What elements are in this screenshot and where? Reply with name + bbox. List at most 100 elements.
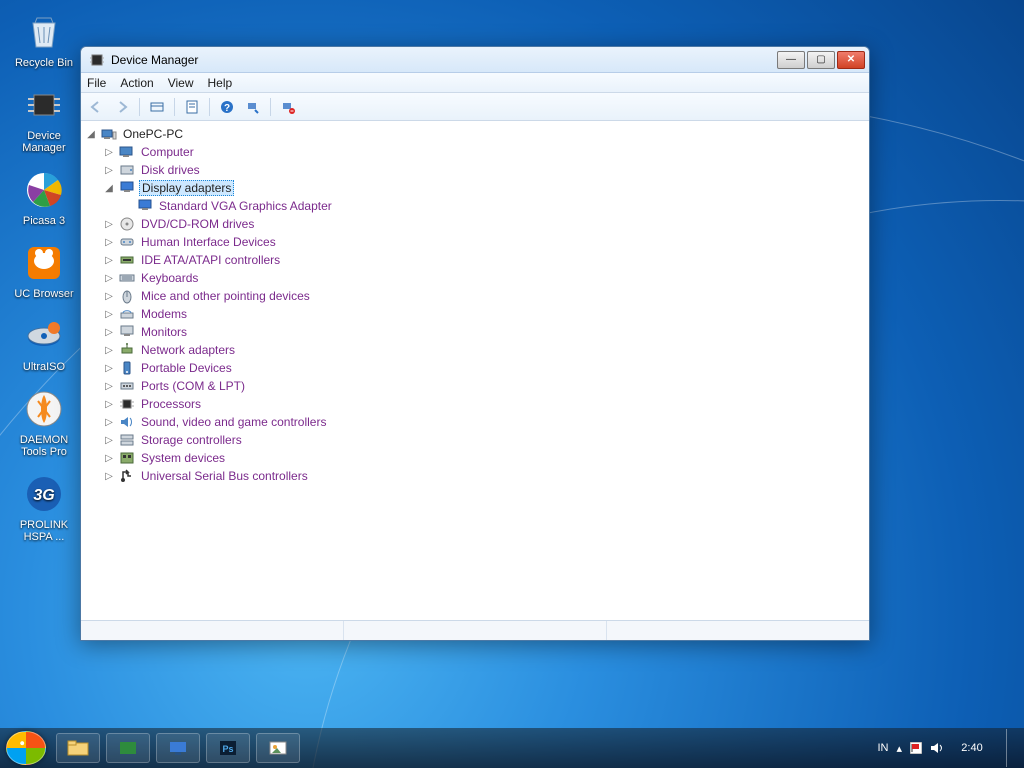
tray-chevron-icon[interactable]: ▴ bbox=[896, 742, 902, 755]
expand-icon[interactable]: ▷ bbox=[101, 162, 117, 178]
tree-item-label: Computer bbox=[139, 145, 196, 159]
tree-item-label: Network adapters bbox=[139, 343, 237, 357]
tree-item[interactable]: ▷Human Interface Devices bbox=[83, 233, 867, 251]
picasa-icon bbox=[20, 166, 68, 214]
tray-flag-icon[interactable] bbox=[910, 742, 922, 754]
desktop-icon-label: UC Browser bbox=[14, 288, 73, 300]
menubar: File Action View Help bbox=[81, 73, 869, 93]
desktop-icon-picasa[interactable]: Picasa 3 bbox=[6, 164, 82, 229]
tree-item[interactable]: ▷Portable Devices bbox=[83, 359, 867, 377]
tree-item[interactable]: ▷Disk drives bbox=[83, 161, 867, 179]
tree-item[interactable]: Standard VGA Graphics Adapter bbox=[83, 197, 867, 215]
tree-item[interactable]: ▷ Ports (COM & LPT) bbox=[83, 377, 867, 395]
expand-icon[interactable]: ▷ bbox=[101, 450, 117, 466]
expand-icon[interactable]: ▷ bbox=[101, 378, 117, 394]
back-button[interactable] bbox=[85, 96, 107, 118]
desktop-icon-label: DAEMON Tools Pro bbox=[8, 434, 80, 458]
expand-icon[interactable]: ▷ bbox=[101, 468, 117, 484]
expand-icon[interactable]: ▷ bbox=[101, 360, 117, 376]
menu-action[interactable]: Action bbox=[120, 76, 153, 90]
desktop-icon-label: UltraISO bbox=[23, 361, 65, 373]
uninstall-button[interactable] bbox=[277, 96, 299, 118]
pin-photoshop[interactable]: Ps bbox=[206, 733, 250, 763]
tree-item[interactable]: ▷ Network adapters bbox=[83, 341, 867, 359]
lang-indicator[interactable]: IN bbox=[877, 742, 888, 754]
forward-button[interactable] bbox=[111, 96, 133, 118]
expand-icon[interactable]: ▷ bbox=[101, 396, 117, 412]
tree-item[interactable]: ▷Mice and other pointing devices bbox=[83, 287, 867, 305]
expand-icon[interactable]: ▷ bbox=[101, 288, 117, 304]
desktop-icon-label: PROLINK HSPA ... bbox=[8, 519, 80, 543]
minimize-button[interactable]: — bbox=[777, 51, 805, 69]
toolbar: ? bbox=[81, 93, 869, 121]
tree-item[interactable]: ▷Universal Serial Bus controllers bbox=[83, 467, 867, 485]
expand-icon[interactable]: ▷ bbox=[101, 270, 117, 286]
desktop-icon-uc-browser[interactable]: UC Browser bbox=[6, 237, 82, 302]
pin-app-2[interactable] bbox=[156, 733, 200, 763]
tree-item[interactable]: ◢Display adapters bbox=[83, 179, 867, 197]
tree-root[interactable]: ◢OnePC-PC bbox=[83, 125, 867, 143]
help-button[interactable]: ? bbox=[216, 96, 238, 118]
app-icon bbox=[89, 52, 105, 68]
menu-file[interactable]: File bbox=[87, 76, 106, 90]
properties-button[interactable] bbox=[181, 96, 203, 118]
desktop-icon-label: Picasa 3 bbox=[23, 215, 65, 227]
tree-item[interactable]: ▷Keyboards bbox=[83, 269, 867, 287]
tree-item-label: Ports (COM & LPT) bbox=[139, 379, 247, 393]
desktop-icon-daemon-tools[interactable]: DAEMON Tools Pro bbox=[6, 383, 82, 460]
start-button[interactable] bbox=[6, 731, 46, 765]
tree-item[interactable]: ▷ Monitors bbox=[83, 323, 867, 341]
recycle-bin-icon bbox=[20, 8, 68, 56]
desktop-icon-device-manager[interactable]: Device Manager bbox=[6, 79, 82, 156]
scan-button[interactable] bbox=[242, 96, 264, 118]
desktop-icon-prolink[interactable]: 3G PROLINK HSPA ... bbox=[6, 468, 82, 545]
taskbar: Ps IN ▴ 2:40 bbox=[0, 728, 1024, 768]
window-controls: — ▢ ✕ bbox=[777, 51, 865, 69]
tree-item[interactable]: ▷ Processors bbox=[83, 395, 867, 413]
status-bar bbox=[81, 620, 869, 640]
show-hidden-button[interactable] bbox=[146, 96, 168, 118]
desktop-icon-recycle-bin[interactable]: Recycle Bin bbox=[6, 6, 82, 71]
menu-view[interactable]: View bbox=[168, 76, 194, 90]
expand-icon[interactable]: ▷ bbox=[101, 324, 117, 340]
storage-icon bbox=[119, 432, 135, 448]
expand-icon[interactable]: ▷ bbox=[101, 432, 117, 448]
tray-volume-icon[interactable] bbox=[930, 742, 944, 754]
expand-icon[interactable]: ▷ bbox=[101, 414, 117, 430]
hid-icon bbox=[119, 234, 135, 250]
tree-item[interactable]: ▷Modems bbox=[83, 305, 867, 323]
tree-item[interactable]: ▷ System devices bbox=[83, 449, 867, 467]
clock[interactable]: 2:40 bbox=[952, 742, 992, 754]
expand-icon[interactable]: ▷ bbox=[101, 234, 117, 250]
tree-item[interactable]: ▷Sound, video and game controllers bbox=[83, 413, 867, 431]
expand-icon[interactable]: ◢ bbox=[101, 180, 117, 196]
desktop-icon-ultraiso[interactable]: UltraISO bbox=[6, 310, 82, 375]
titlebar[interactable]: Device Manager — ▢ ✕ bbox=[81, 47, 869, 73]
tree-item-label: System devices bbox=[139, 451, 227, 465]
window-title: Device Manager bbox=[111, 53, 777, 67]
tree-item[interactable]: ▷ DVD/CD-ROM drives bbox=[83, 215, 867, 233]
expand-icon[interactable]: ▷ bbox=[101, 216, 117, 232]
expand-icon[interactable]: ▷ bbox=[101, 144, 117, 160]
show-desktop-button[interactable] bbox=[1006, 729, 1018, 767]
device-tree[interactable]: ◢OnePC-PC▷Computer▷Disk drives◢Display a… bbox=[81, 121, 869, 620]
tree-item[interactable]: ▷ Computer bbox=[83, 143, 867, 161]
menu-help[interactable]: Help bbox=[208, 76, 233, 90]
tree-item-label: DVD/CD-ROM drives bbox=[139, 217, 256, 231]
tree-item-label: Monitors bbox=[139, 325, 189, 339]
tree-item[interactable]: ▷IDE ATA/ATAPI controllers bbox=[83, 251, 867, 269]
expand-icon[interactable]: ▷ bbox=[101, 306, 117, 322]
svg-text:Ps: Ps bbox=[222, 744, 233, 754]
maximize-button[interactable]: ▢ bbox=[807, 51, 835, 69]
tree-item[interactable]: ▷Storage controllers bbox=[83, 431, 867, 449]
close-button[interactable]: ✕ bbox=[837, 51, 865, 69]
pin-app-1[interactable] bbox=[106, 733, 150, 763]
expand-icon[interactable]: ▷ bbox=[101, 342, 117, 358]
collapse-icon[interactable]: ◢ bbox=[83, 126, 99, 142]
expand-icon[interactable]: ▷ bbox=[101, 252, 117, 268]
pin-explorer[interactable] bbox=[56, 733, 100, 763]
tree-item-label: Processors bbox=[139, 397, 203, 411]
taskbar-pins: Ps bbox=[56, 733, 300, 763]
usb-icon bbox=[119, 468, 135, 484]
pin-image-viewer[interactable] bbox=[256, 733, 300, 763]
